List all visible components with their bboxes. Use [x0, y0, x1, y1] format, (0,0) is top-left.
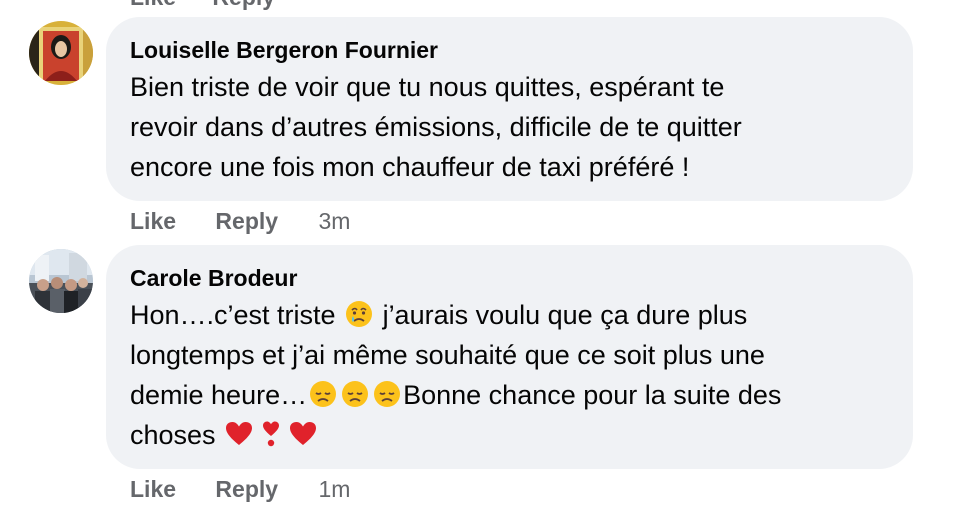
disappointed-face-icon: [372, 379, 402, 409]
avatar-image: [29, 249, 93, 313]
red-heart-icon: [288, 419, 318, 449]
comment-text-line: Bien triste de voir que tu nous quittes,…: [130, 72, 725, 102]
comment-text-line: demie heure… Bonne chance pour la suite …: [130, 375, 889, 415]
reply-button[interactable]: Reply: [212, 0, 275, 10]
comment-timestamp[interactable]: 1m: [318, 474, 350, 504]
comment-author[interactable]: Carole Brodeur: [130, 263, 889, 293]
comment-actions: Like Reply 1m: [130, 474, 350, 504]
comment-text-segment: j’aurais voulu que ça dure plus: [375, 300, 748, 330]
previous-comment-actions: Like Reply: [130, 0, 305, 11]
comment-text: Hon….c’est triste j’aurais voulu que ça …: [130, 295, 889, 455]
comments-thread: Like Reply Louiselle Bergeron Fournier B…: [0, 0, 980, 506]
comment-text: Bien triste de voir que tu nous quittes,…: [130, 67, 889, 187]
comment-text-line: encore une fois mon chauffeur de taxi pr…: [130, 152, 690, 182]
comment-text-line: choses: [130, 415, 889, 455]
disappointed-face-icon: [308, 379, 338, 409]
heart-exclamation-icon: [256, 419, 286, 449]
comment-actions: Like Reply 3m: [130, 206, 350, 236]
reply-button[interactable]: Reply: [215, 206, 278, 236]
comment-text-line: Hon….c’est triste j’aurais voulu que ça …: [130, 295, 889, 335]
comment-text-segment: Hon….c’est triste: [130, 300, 344, 330]
comment-text-line: revoir dans d’autres émissions, difficil…: [130, 112, 742, 142]
comment-author[interactable]: Louiselle Bergeron Fournier: [130, 35, 889, 65]
comment-text-segment: choses: [130, 420, 224, 450]
avatar-image: [29, 21, 93, 85]
comment-text-segment: Bonne chance pour la suite des: [403, 380, 782, 410]
crying-face-icon: [344, 299, 374, 329]
reply-button[interactable]: Reply: [215, 474, 278, 504]
comment-bubble: Louiselle Bergeron Fournier Bien triste …: [106, 17, 913, 201]
comment-text-line: longtemps et j’ai même souhaité que ce s…: [130, 340, 765, 370]
like-button[interactable]: Like: [130, 474, 176, 504]
like-button[interactable]: Like: [130, 206, 176, 236]
avatar[interactable]: [29, 249, 93, 313]
comment-timestamp[interactable]: 3m: [318, 206, 350, 236]
red-heart-icon: [224, 419, 254, 449]
comment-text-segment: demie heure…: [130, 380, 308, 410]
avatar[interactable]: [29, 21, 93, 85]
disappointed-face-icon: [340, 379, 370, 409]
like-button[interactable]: Like: [130, 0, 176, 10]
comment-bubble: Carole Brodeur Hon….c’est triste j’aurai…: [106, 245, 913, 469]
